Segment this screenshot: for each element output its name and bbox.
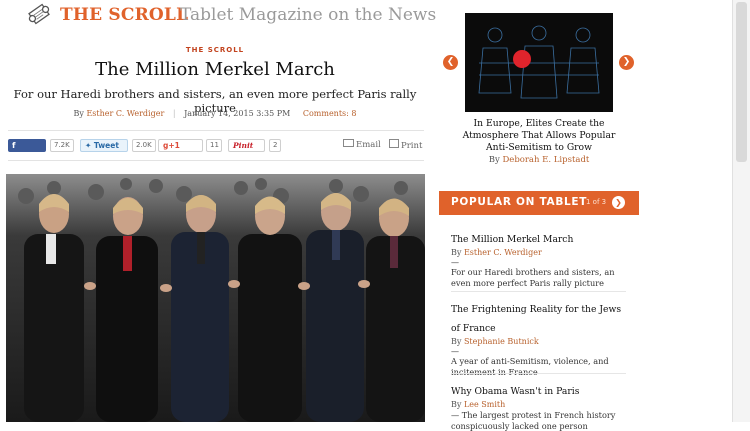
carousel-image[interactable] — [465, 13, 613, 112]
scrollbar-thumb[interactable] — [736, 2, 747, 162]
carousel-caption-link[interactable]: In Europe, Elites Create the Atmosphere … — [455, 118, 623, 154]
byline-prefix: By — [73, 109, 84, 118]
divider — [451, 291, 626, 292]
carousel-byline-prefix: By — [488, 155, 500, 165]
scroll-logo-icon[interactable] — [26, 2, 52, 26]
section-title[interactable]: THE SCROLL — [60, 5, 188, 25]
twitter-icon: ✦ — [85, 141, 92, 150]
print-label: Print — [401, 141, 423, 151]
page-scrollbar[interactable] — [732, 0, 750, 422]
popular-item-description: — The largest protest in French history … — [451, 410, 629, 431]
section-subtitle: Tablet Magazine on the News — [180, 5, 437, 25]
popular-item-byline: By Stephanie Butnick — [451, 336, 629, 347]
popular-item-description: For our Haredi brothers and sisters, an … — [451, 267, 615, 288]
byline-separator: | — [172, 109, 176, 118]
pinterest-count: 2 — [269, 139, 281, 152]
chevron-right-icon: ❯ — [622, 57, 631, 67]
list-item: The Frightening Reality for the Jews of … — [451, 297, 629, 377]
popular-header: POPULAR ON TABLET 1 of 3 ❯ — [439, 191, 639, 215]
article-byline: By Esther C. Werdiger | January 14, 2015… — [0, 109, 430, 118]
facebook-count: 7.2K — [50, 139, 74, 152]
google-plus-count: 11 — [206, 139, 222, 152]
article-date: January 14, 2015 3:35 PM — [184, 109, 291, 118]
facebook-share-label: Share — [12, 154, 37, 163]
author-link[interactable]: Esther C. Werdiger — [86, 109, 164, 118]
email-link[interactable]: Email — [343, 139, 381, 150]
google-plus-button[interactable]: g+1 — [158, 139, 203, 152]
popular-item-title[interactable]: Why Obama Wasn't in Paris — [451, 386, 579, 397]
popular-item-title[interactable]: The Frightening Reality for the Jews of … — [451, 304, 621, 334]
popular-pager: 1 of 3 — [586, 198, 607, 206]
popular-item-author[interactable]: Lee Smith — [464, 400, 505, 409]
site-header: THE SCROLL Tablet Magazine on the News — [0, 0, 440, 32]
divider — [8, 130, 424, 131]
article-kicker[interactable]: THE SCROLL — [0, 46, 430, 54]
carousel-next-button[interactable]: ❯ — [619, 55, 634, 70]
carousel-author-link[interactable]: Deborah E. Lipstadt — [502, 155, 589, 165]
popular-item-title[interactable]: The Million Merkel March — [451, 234, 573, 245]
popular-item-author[interactable]: Stephanie Butnick — [464, 337, 539, 346]
chevron-left-icon: ❮ — [446, 57, 455, 67]
popular-item-author[interactable]: Esther C. Werdiger — [464, 248, 542, 257]
twitter-count: 2.0K — [132, 139, 156, 152]
chevron-right-icon: ❯ — [615, 198, 622, 207]
facebook-icon: f — [12, 141, 16, 150]
carousel-byline: By Deborah E. Lipstadt — [455, 155, 623, 165]
print-link[interactable]: Print — [389, 139, 422, 151]
envelope-icon — [343, 139, 354, 147]
popular-item-byline: By Esther C. Werdiger — [451, 247, 629, 258]
dash: — — [451, 258, 459, 267]
list-item: Why Obama Wasn't in Paris By Lee Smith —… — [451, 379, 629, 431]
byline-prefix: By — [451, 400, 462, 409]
pinterest-button[interactable]: Pinit — [228, 139, 265, 152]
twitter-tweet-button[interactable]: ✦ Tweet — [80, 139, 128, 152]
divider — [8, 160, 424, 161]
list-item: The Million Merkel March By Esther C. We… — [451, 227, 629, 288]
carousel-prev-button[interactable]: ❮ — [443, 55, 458, 70]
twitter-tweet-label: Tweet — [93, 141, 119, 150]
article-headline: The Million Merkel March — [95, 59, 335, 80]
divider — [451, 373, 626, 374]
byline-prefix: By — [451, 337, 462, 346]
email-label: Email — [356, 140, 381, 150]
share-bar: f Share 7.2K ✦ Tweet 2.0K g+1 11 Pinit 2… — [8, 139, 428, 163]
popular-item-description-text: The largest protest in French history co… — [451, 410, 616, 431]
printer-icon — [389, 139, 399, 148]
popular-item-byline: By Lee Smith — [451, 399, 629, 410]
popular-next-button[interactable]: ❯ — [612, 196, 625, 209]
facebook-share-button[interactable]: f Share — [8, 139, 46, 163]
popular-title: POPULAR ON TABLET — [451, 196, 588, 208]
dash: — — [451, 410, 460, 420]
comments-link[interactable]: Comments: 8 — [303, 109, 357, 118]
article-photo[interactable] — [6, 174, 425, 422]
byline-prefix: By — [451, 248, 462, 257]
dash: — — [451, 347, 459, 356]
